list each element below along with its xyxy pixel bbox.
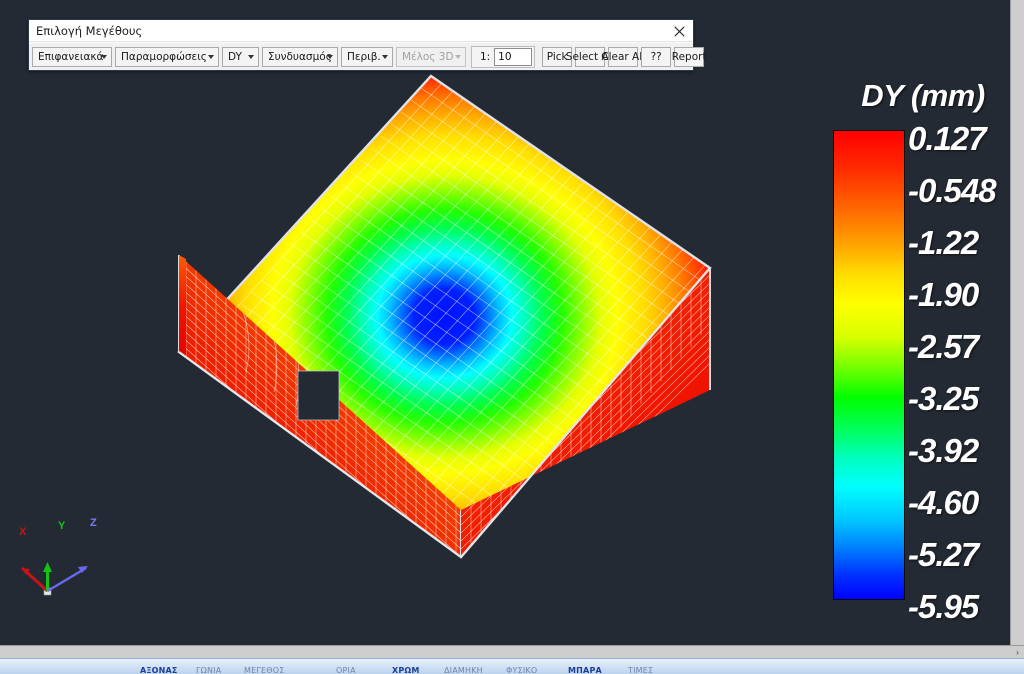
- dialog-titlebar[interactable]: Επιλογή Μεγέθους: [29, 20, 693, 42]
- close-icon[interactable]: [669, 22, 689, 40]
- axis-y-label: Y: [58, 520, 66, 532]
- scale-label: 1:: [479, 50, 491, 63]
- report-button[interactable]: Report: [672, 46, 707, 67]
- chevron-down-icon: [454, 54, 461, 59]
- magnitude-selection-dialog[interactable]: Επιλογή Μεγέθους Επιφανειακά Παραμορφώσε…: [28, 19, 707, 71]
- chevron-down-icon: [247, 54, 254, 59]
- 3d-viewport[interactable]: X Y Z DY (mm) 0.127 -0.548 -1.22 -1.90 -…: [0, 0, 1010, 645]
- chevron-down-icon: [208, 54, 214, 59]
- ribbon-tabstrip[interactable]: ΑΞΟΝΑΣ ΓΩΝΙΑ ΜΕΓΕΘΟΣ ΟΡΙΑ ΧΡΩΜ ΔΙΑΜΗΚΗ Φ…: [0, 658, 1024, 674]
- ribbon-tab-bar[interactable]: ΜΠΑΡΑ: [568, 666, 602, 674]
- ribbon-tab-physical[interactable]: ΦΥΣΙΚΟ: [506, 666, 537, 674]
- ribbon-tab-axis[interactable]: ΑΞΟΝΑΣ: [140, 666, 178, 674]
- ribbon-tab-values[interactable]: ΤΙΜΕΣ: [628, 666, 653, 674]
- horizontal-scrollbar[interactable]: ›: [0, 645, 1024, 659]
- dialog-title: Επιλογή Μεγέθους: [36, 24, 143, 38]
- combination-value: Συνδυασμός: [267, 50, 332, 63]
- scroll-right-arrow-icon[interactable]: ›: [1011, 645, 1024, 659]
- component-value: DY: [228, 50, 242, 63]
- envelope-dropdown[interactable]: Περιβ.: [340, 46, 393, 67]
- entity-type-dropdown[interactable]: Επιφανειακά: [32, 46, 112, 67]
- ribbon-tab-magnitude[interactable]: ΜΕΓΕΘΟΣ: [244, 666, 285, 674]
- component-dropdown[interactable]: DY: [222, 46, 259, 67]
- envelope-value: Περιβ.: [346, 50, 381, 63]
- ribbon-tab-color[interactable]: ΧΡΩΜ: [392, 666, 420, 674]
- result-category-value: Παραμορφώσεις: [121, 50, 207, 63]
- member-3d-dropdown: Μέλος 3D: [395, 46, 466, 67]
- wall-back-left: [179, 255, 186, 356]
- result-category-dropdown[interactable]: Παραμορφώσεις: [115, 46, 219, 67]
- ribbon-tab-longitudinal[interactable]: ΔΙΑΜΗΚΗ: [444, 666, 483, 674]
- dialog-toolbar: Επιφανειακά Παραμορφώσεις DY Συνδυασμός …: [29, 42, 707, 70]
- combination-dropdown[interactable]: Συνδυασμός: [261, 46, 338, 67]
- member-3d-value: Μέλος 3D: [401, 50, 454, 63]
- application-window: X Y Z DY (mm) 0.127 -0.548 -1.22 -1.90 -…: [0, 0, 1024, 674]
- axis-z-label: Z: [90, 517, 97, 529]
- fea-model-graphic: [20, 74, 712, 596]
- axis-x-label: X: [19, 526, 27, 538]
- scale-input[interactable]: [494, 47, 533, 66]
- vertical-scrollbar[interactable]: [1010, 0, 1024, 645]
- deformed-slab-surface: [177, 74, 712, 559]
- ribbon-tab-limits[interactable]: ΟΡΙΑ: [336, 666, 356, 674]
- chevron-down-icon: [326, 54, 333, 59]
- scale-group: 1:: [470, 45, 536, 68]
- entity-type-value: Επιφανειακά: [38, 50, 104, 63]
- chevron-down-icon: [101, 54, 107, 59]
- clear-all-button[interactable]: Clear All: [601, 46, 645, 67]
- help-button[interactable]: ??: [641, 46, 672, 67]
- ribbon-tab-angle[interactable]: ΓΩΝΙΑ: [196, 666, 221, 674]
- axis-triad: X Y Z: [12, 515, 122, 585]
- chevron-down-icon: [381, 54, 388, 59]
